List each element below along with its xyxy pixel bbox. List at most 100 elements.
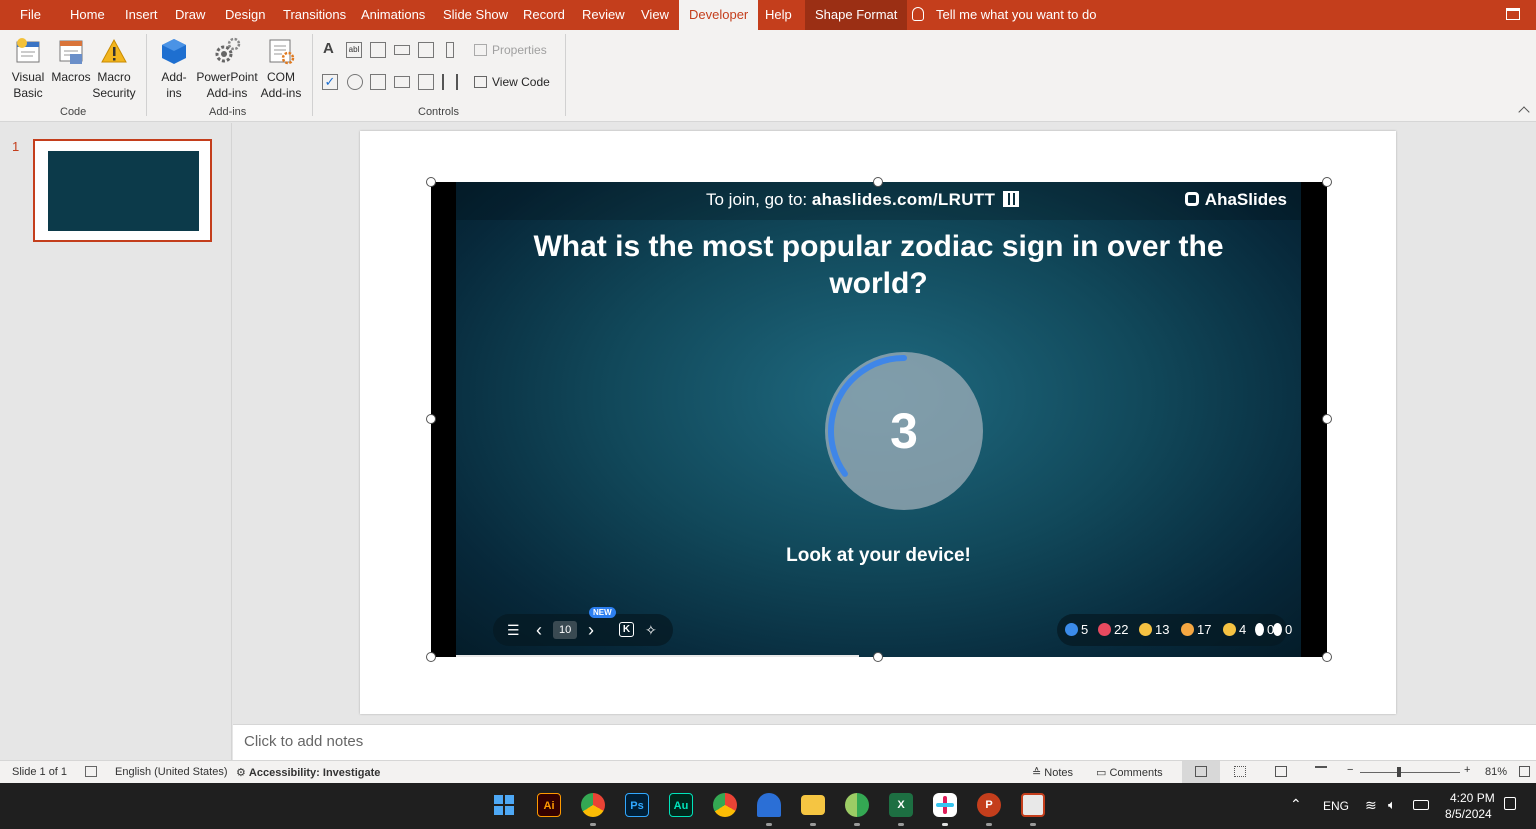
heart-icon <box>1098 623 1111 636</box>
slide-show-icon[interactable] <box>1315 766 1327 777</box>
volume-icon[interactable]: 🔈︎ <box>1388 797 1396 813</box>
snipping-tool-icon[interactable] <box>1021 793 1045 817</box>
scroll-bar-control-icon[interactable] <box>446 42 454 58</box>
ahaslides-screenshot-picture[interactable]: To join, go to: ahaslides.com/LRUTT AhaS… <box>431 182 1327 657</box>
notifications-icon[interactable] <box>1504 797 1516 810</box>
wifi-icon[interactable]: ≋ <box>1365 797 1377 814</box>
windows-start-icon[interactable] <box>492 793 516 817</box>
more-controls-icon[interactable] <box>442 74 458 90</box>
clock-time[interactable]: 4:20 PM <box>1450 791 1495 805</box>
fit-to-window-icon[interactable] <box>1519 766 1530 777</box>
add-ins-button[interactable]: Add- ins <box>156 36 192 101</box>
resize-handle-top-right[interactable] <box>1322 177 1332 187</box>
checkbox-control-icon[interactable]: ✓ <box>322 74 338 90</box>
reaction-count: 13 <box>1155 622 1170 637</box>
zoom-level[interactable]: 81% <box>1485 766 1507 778</box>
tab-developer[interactable]: Developer <box>679 0 759 30</box>
tell-me-search[interactable]: Tell me what you want to do <box>912 0 1096 30</box>
resize-handle-bottom[interactable] <box>873 652 883 662</box>
zoom-slider[interactable] <box>1360 772 1460 773</box>
chrome-icon[interactable] <box>581 793 605 817</box>
tell-me-label: Tell me what you want to do <box>936 7 1097 22</box>
spelling-check-icon[interactable] <box>85 766 97 777</box>
audition-icon[interactable]: Au <box>669 793 693 817</box>
reaction-clap: 0 <box>1255 614 1274 646</box>
powerpoint-add-ins-button[interactable]: PowerPoint Add-ins <box>196 36 258 101</box>
excel-icon[interactable]: X <box>889 793 913 817</box>
tab-shape-format[interactable]: Shape Format <box>805 0 908 30</box>
macros-button[interactable]: Macros <box>50 36 92 85</box>
tab-animations[interactable]: Animations <box>361 0 425 30</box>
clock-date[interactable]: 8/5/2024 <box>1445 807 1492 821</box>
slide-thumbnail[interactable] <box>33 139 212 242</box>
photoshop-icon[interactable]: Ps <box>625 793 649 817</box>
visual-basic-icon <box>13 36 43 66</box>
comment-icon: ▭ <box>1096 767 1110 779</box>
tab-view[interactable]: View <box>641 0 669 30</box>
next-slide-icon[interactable]: › <box>588 614 594 646</box>
text-box-control-icon[interactable]: abl <box>346 42 362 58</box>
laugh-emoji-icon <box>1139 623 1152 636</box>
resize-handle-right[interactable] <box>1322 414 1332 424</box>
running-indicator <box>766 823 772 826</box>
resize-handle-top[interactable] <box>873 177 883 187</box>
option-button-control-icon[interactable] <box>347 74 363 90</box>
tab-transitions[interactable]: Transitions <box>283 0 346 30</box>
previous-slide-icon[interactable]: ‹ <box>536 614 542 646</box>
illustrator-icon[interactable]: Ai <box>537 793 561 817</box>
normal-view-icon <box>1195 766 1207 777</box>
browser-icon[interactable] <box>757 793 781 817</box>
properties-button[interactable]: Properties <box>474 43 547 57</box>
combo-box-control-icon[interactable] <box>394 76 410 88</box>
reading-view-icon[interactable] <box>1275 766 1287 777</box>
ribbon-display-options-icon[interactable] <box>1506 8 1520 20</box>
notes-button[interactable]: ≙ Notes <box>1032 766 1073 779</box>
list-box-control-icon[interactable] <box>370 74 386 90</box>
zoom-in-icon[interactable]: + <box>1464 764 1470 776</box>
join-instruction: To join, go to: ahaslides.com/LRUTT <box>706 190 1020 210</box>
zoom-out-icon[interactable]: − <box>1347 764 1353 776</box>
toggle-button-control-icon[interactable] <box>418 74 434 90</box>
language-indicator[interactable]: English (United States) <box>115 766 228 778</box>
collapse-ribbon-icon[interactable] <box>1518 106 1530 118</box>
image-control-icon[interactable] <box>418 42 434 58</box>
ribbon: Visual Basic Macros Macro Security Code … <box>0 30 1536 122</box>
accessibility-checker[interactable]: ⚙ Accessibility: Investigate <box>236 766 380 779</box>
input-language[interactable]: ENG <box>1323 799 1349 813</box>
resize-handle-bottom-left[interactable] <box>426 652 436 662</box>
menu-icon[interactable]: ☰ <box>507 614 520 646</box>
label-control-icon[interactable]: A <box>323 41 339 57</box>
confetti-icon[interactable]: ✧ <box>645 614 657 646</box>
chrome-alt-icon[interactable] <box>713 793 737 817</box>
tab-file[interactable]: File <box>20 0 41 30</box>
powerpoint-icon[interactable]: P <box>977 793 1001 817</box>
com-add-ins-button[interactable]: COM Add-ins <box>258 36 304 101</box>
view-code-button[interactable]: View Code <box>474 75 550 89</box>
show-hidden-icons-chevron-icon[interactable]: ⌃ <box>1290 796 1302 813</box>
chrome-profile-icon[interactable] <box>845 793 869 817</box>
command-button-control-icon[interactable] <box>394 45 410 55</box>
keyboard-shortcut-icon[interactable]: K <box>619 622 634 637</box>
tab-insert[interactable]: Insert <box>125 0 158 30</box>
tab-draw[interactable]: Draw <box>175 0 205 30</box>
resize-handle-left[interactable] <box>426 414 436 424</box>
battery-icon[interactable] <box>1413 800 1429 810</box>
tab-home[interactable]: Home <box>70 0 105 30</box>
zoom-slider-thumb[interactable] <box>1397 767 1401 777</box>
spin-button-control-icon[interactable] <box>370 42 386 58</box>
resize-handle-bottom-right[interactable] <box>1322 652 1332 662</box>
slack-icon[interactable] <box>933 793 957 817</box>
slide-sorter-icon[interactable] <box>1234 766 1246 777</box>
comments-button[interactable]: ▭ Comments <box>1096 766 1163 779</box>
visual-basic-button[interactable]: Visual Basic <box>10 36 46 101</box>
slide-progress-line <box>456 655 859 657</box>
macro-security-button[interactable]: Macro Security <box>92 36 136 101</box>
tab-review[interactable]: Review <box>582 0 625 30</box>
tab-slide-show[interactable]: Slide Show <box>443 0 508 30</box>
resize-handle-top-left[interactable] <box>426 177 436 187</box>
notes-pane[interactable]: Click to add notes <box>233 724 1536 760</box>
tab-help[interactable]: Help <box>765 0 792 30</box>
tab-record[interactable]: Record <box>523 0 565 30</box>
tab-design[interactable]: Design <box>225 0 265 30</box>
file-explorer-icon[interactable] <box>801 795 825 815</box>
